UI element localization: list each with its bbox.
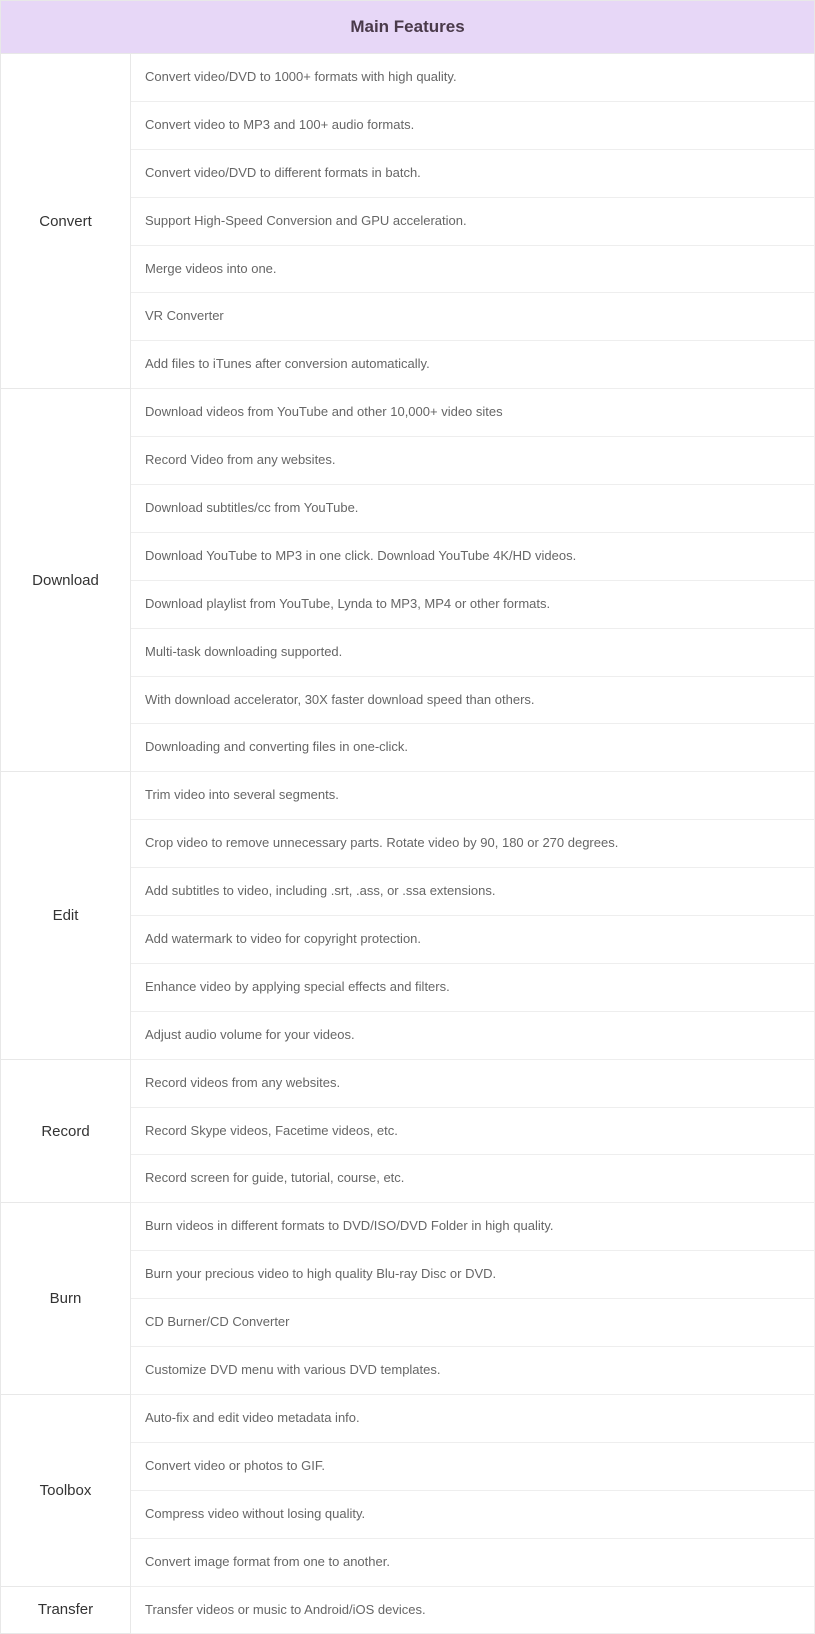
feature-cell: Compress video without losing quality.	[131, 1490, 815, 1538]
feature-cell: Trim video into several segments.	[131, 772, 815, 820]
feature-cell: Burn your precious video to high quality…	[131, 1251, 815, 1299]
feature-cell: Crop video to remove unnecessary parts. …	[131, 820, 815, 868]
category-cell: Transfer	[1, 1586, 131, 1634]
feature-cell: Downloading and converting files in one-…	[131, 724, 815, 772]
feature-cell: With download accelerator, 30X faster do…	[131, 676, 815, 724]
features-table: Main FeaturesConvertConvert video/DVD to…	[0, 0, 815, 1634]
table-row: BurnBurn videos in different formats to …	[1, 1203, 815, 1251]
category-cell: Download	[1, 389, 131, 772]
feature-cell: Add subtitles to video, including .srt, …	[131, 868, 815, 916]
category-cell: Convert	[1, 54, 131, 389]
category-cell: Record	[1, 1059, 131, 1203]
feature-cell: Support High-Speed Conversion and GPU ac…	[131, 197, 815, 245]
feature-cell: Enhance video by applying special effect…	[131, 963, 815, 1011]
feature-cell: VR Converter	[131, 293, 815, 341]
feature-cell: Add files to iTunes after conversion aut…	[131, 341, 815, 389]
feature-cell: Merge videos into one.	[131, 245, 815, 293]
table-row: ToolboxAuto-fix and edit video metadata …	[1, 1394, 815, 1442]
feature-cell: Convert video/DVD to 1000+ formats with …	[131, 54, 815, 102]
table-row: TransferTransfer videos or music to Andr…	[1, 1586, 815, 1634]
feature-cell: Download videos from YouTube and other 1…	[131, 389, 815, 437]
table-header: Main Features	[1, 1, 815, 54]
table-row: DownloadDownload videos from YouTube and…	[1, 389, 815, 437]
feature-cell: Adjust audio volume for your videos.	[131, 1011, 815, 1059]
feature-cell: Convert video or photos to GIF.	[131, 1442, 815, 1490]
feature-cell: Record Skype videos, Facetime videos, et…	[131, 1107, 815, 1155]
feature-cell: Convert video to MP3 and 100+ audio form…	[131, 101, 815, 149]
feature-cell: Transfer videos or music to Android/iOS …	[131, 1586, 815, 1634]
feature-cell: Customize DVD menu with various DVD temp…	[131, 1347, 815, 1395]
category-cell: Burn	[1, 1203, 131, 1395]
feature-cell: Burn videos in different formats to DVD/…	[131, 1203, 815, 1251]
feature-cell: Download subtitles/cc from YouTube.	[131, 485, 815, 533]
feature-cell: Download YouTube to MP3 in one click. Do…	[131, 532, 815, 580]
feature-cell: Auto-fix and edit video metadata info.	[131, 1394, 815, 1442]
feature-cell: CD Burner/CD Converter	[131, 1299, 815, 1347]
table-row: RecordRecord videos from any websites.	[1, 1059, 815, 1107]
table-row: ConvertConvert video/DVD to 1000+ format…	[1, 54, 815, 102]
feature-cell: Record Video from any websites.	[131, 437, 815, 485]
category-cell: Toolbox	[1, 1394, 131, 1586]
feature-cell: Convert video/DVD to different formats i…	[131, 149, 815, 197]
feature-cell: Record screen for guide, tutorial, cours…	[131, 1155, 815, 1203]
feature-cell: Convert image format from one to another…	[131, 1538, 815, 1586]
feature-cell: Add watermark to video for copyright pro…	[131, 916, 815, 964]
feature-cell: Record videos from any websites.	[131, 1059, 815, 1107]
feature-cell: Multi-task downloading supported.	[131, 628, 815, 676]
table-row: EditTrim video into several segments.	[1, 772, 815, 820]
feature-cell: Download playlist from YouTube, Lynda to…	[131, 580, 815, 628]
category-cell: Edit	[1, 772, 131, 1059]
